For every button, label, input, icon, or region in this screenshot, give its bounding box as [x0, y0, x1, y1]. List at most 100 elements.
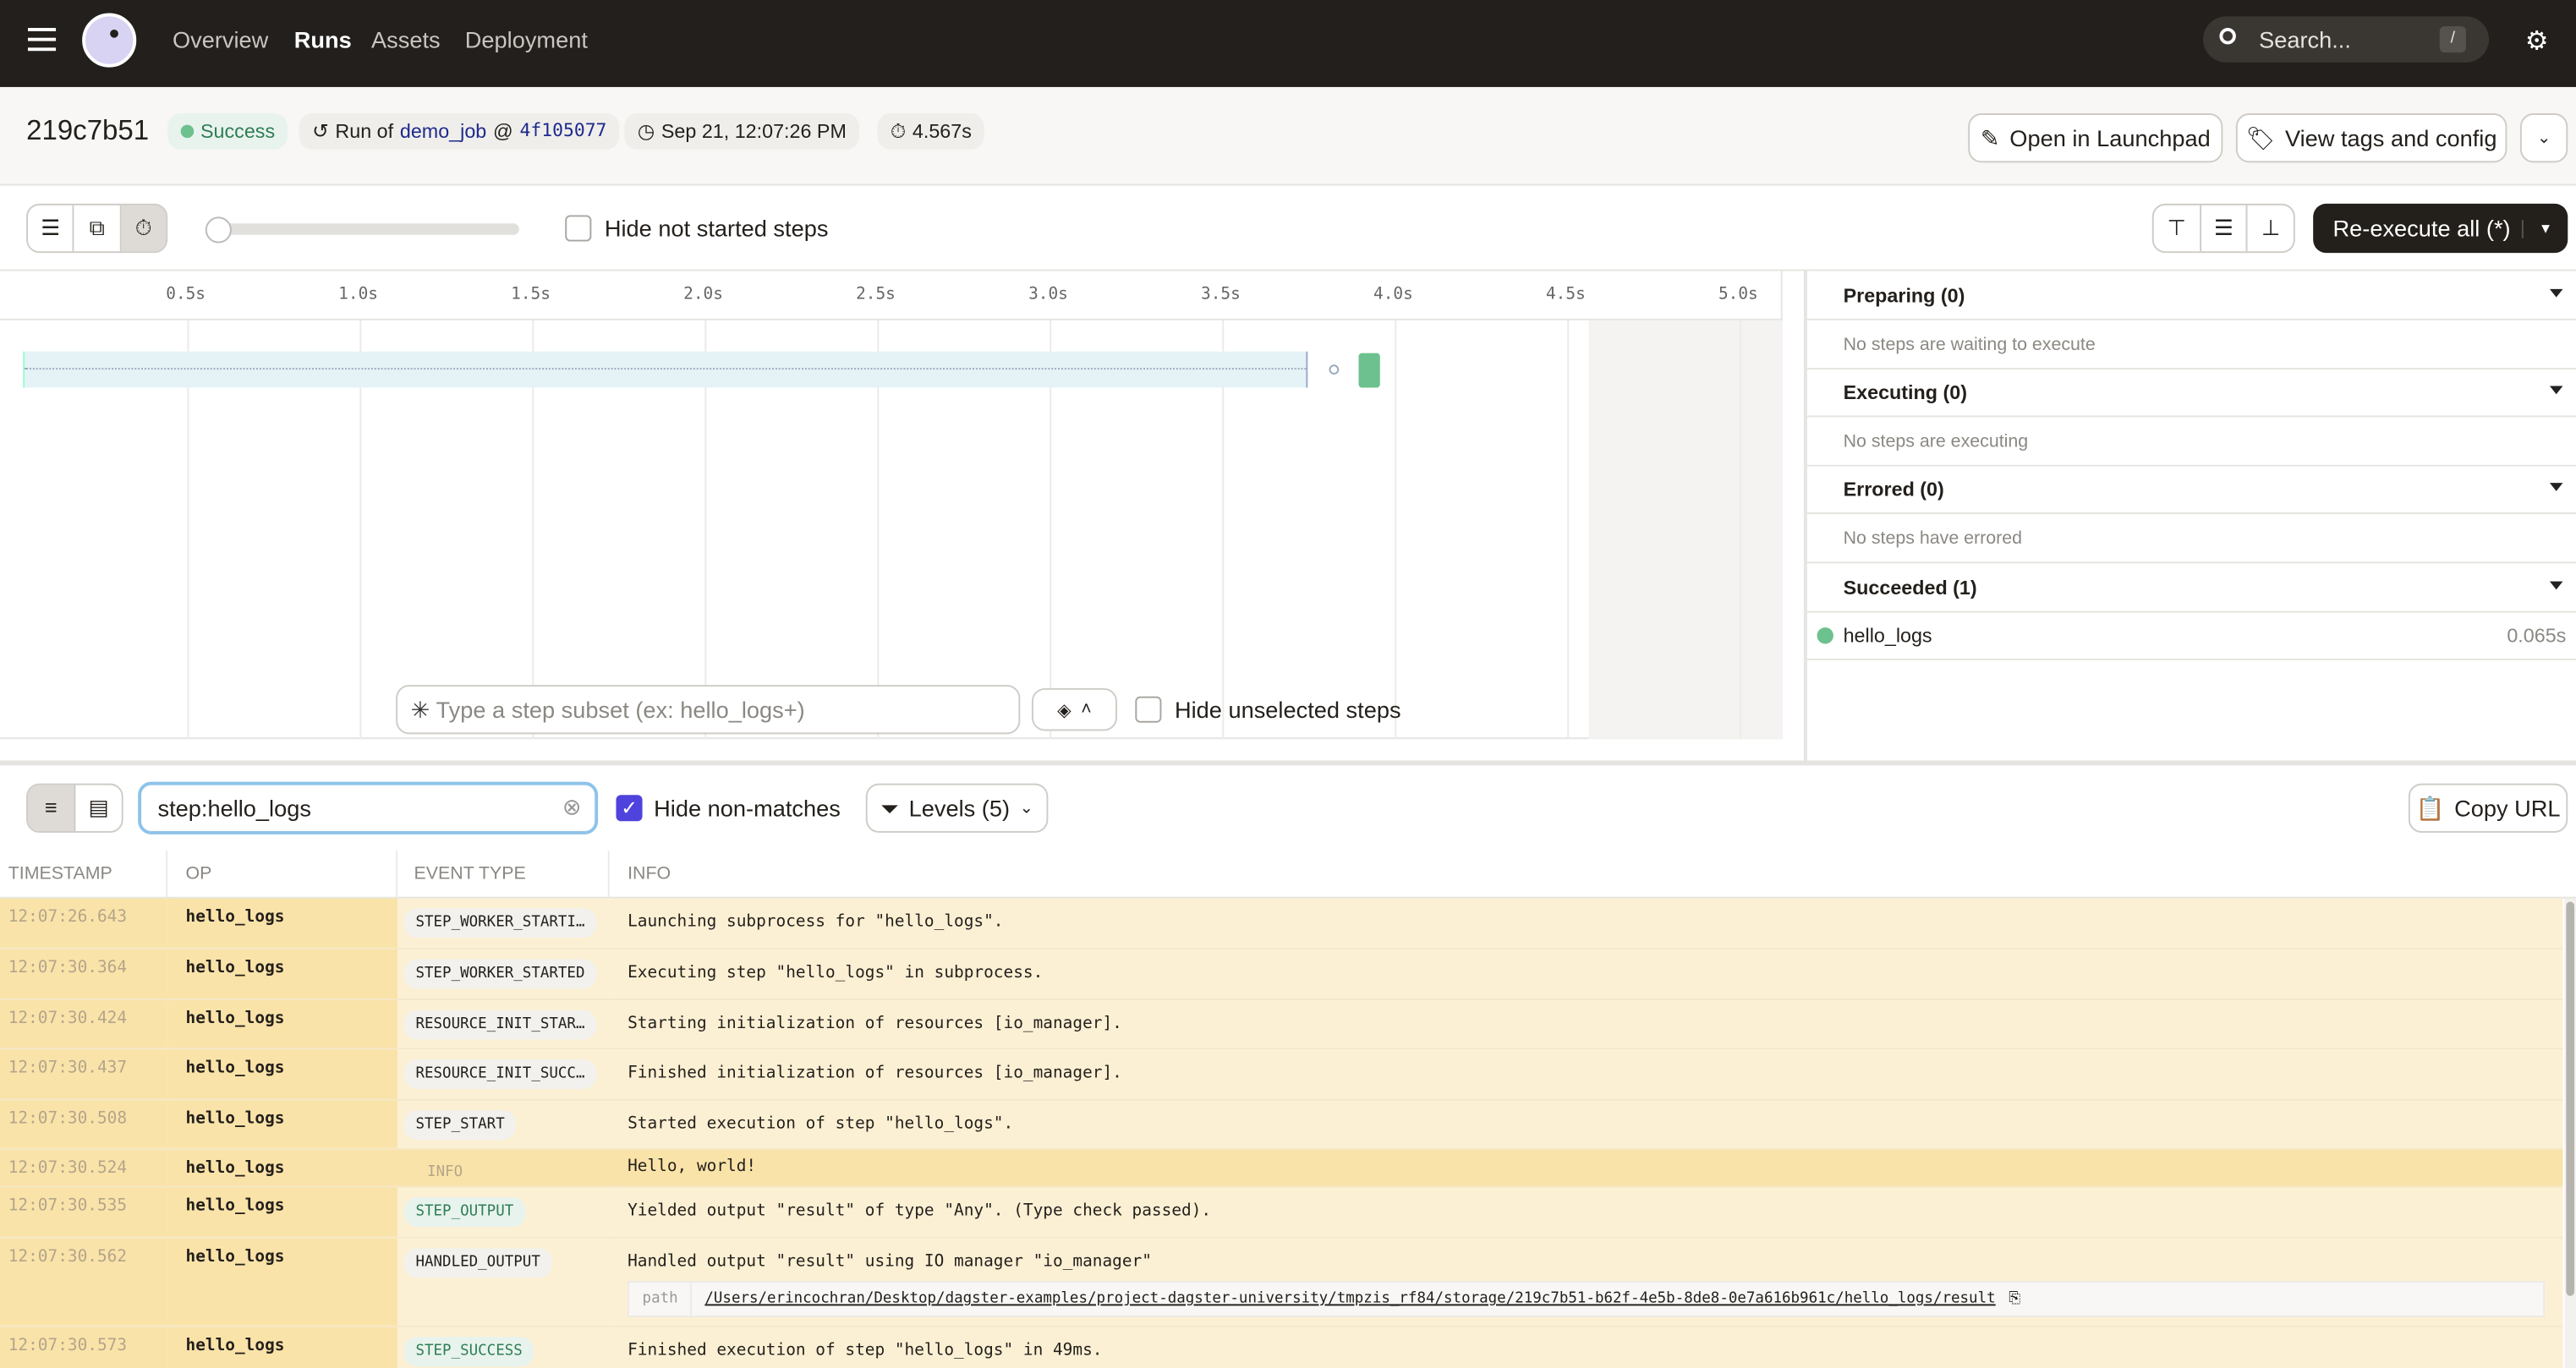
search-placeholder: Search... [2259, 26, 2351, 53]
copy-url-button[interactable]: 📋 Copy URL [2408, 783, 2568, 833]
log-row[interactable]: 12:07:30.535 hello_logs STEP_OUTPUT Yielded… [0, 1187, 2563, 1239]
more-actions-button[interactable]: ⌄ [2519, 113, 2568, 163]
log-timestamp: 12:07:30.524 [0, 1149, 168, 1186]
log-timestamp: 12:07:26.643 [0, 898, 168, 948]
section-preparing[interactable]: Preparing (0) [1806, 271, 2576, 320]
gantt-tick-label: 4.5s [1545, 286, 1586, 304]
open-launchpad-label: Open in Launchpad [2009, 124, 2211, 151]
search-input[interactable]: Search... / [2203, 16, 2490, 63]
gantt-gridline [1395, 320, 1397, 740]
job-link[interactable]: demo_job [400, 113, 486, 150]
layers-button[interactable]: ◈ ˄ [1031, 687, 1117, 731]
log-op: hello_logs [167, 1238, 398, 1326]
status-dot-icon [180, 124, 195, 139]
log-row[interactable]: 12:07:30.508 hello_logs STEP_START Started … [0, 1100, 2563, 1150]
gantt-step-hello-logs-waiting[interactable] [23, 351, 1308, 388]
log-scrollbar[interactable] [2564, 898, 2576, 1368]
stopwatch-icon: ⏱ [890, 119, 907, 144]
gantt-tick-label: 2.5s [856, 286, 896, 304]
gantt-tick-label: 1.0s [338, 286, 378, 304]
dagster-logo[interactable] [82, 13, 137, 68]
step-subset-input[interactable]: ✳ Type a step subset (ex: hello_logs+) [396, 685, 1021, 735]
collapse-top-icon[interactable]: ⊤ [2154, 205, 2201, 252]
nav-deployment[interactable]: Deployment [465, 26, 588, 52]
raw-view-icon[interactable]: ▤ [75, 785, 121, 831]
section-empty-text: No steps are executing [1806, 417, 2576, 467]
collapse-bottom-icon[interactable]: ⊥ [2248, 205, 2294, 251]
column-header-event-type: EVENT TYPE [397, 851, 610, 899]
hide-unselected-checkbox[interactable] [1135, 696, 1162, 723]
section-succeeded[interactable]: Succeeded (1) [1806, 563, 2576, 613]
event-type-badge: HANDLED_OUTPUT [403, 1248, 552, 1278]
split-icon[interactable]: ☰ [2201, 205, 2249, 252]
log-row[interactable]: 12:07:30.437 hello_logs RESOURCE_INIT_SUCC… [0, 1049, 2563, 1101]
zoom-slider[interactable] [213, 223, 519, 235]
waterfall-view-icon[interactable]: ⧉ [74, 205, 122, 252]
copy-icon[interactable]: ⎘ [2009, 1291, 2020, 1307]
log-filter-input[interactable]: step:hello_logs ⊗ [138, 781, 599, 834]
log-message: Started execution of step "hello_logs". [628, 1115, 1014, 1134]
snapshot-link[interactable]: 4f105077 [519, 113, 606, 150]
run-of-pill: ↺ Run of demo_job @4f105077 [299, 113, 620, 150]
log-message: Hello, world! [628, 1157, 757, 1176]
reexecute-label: Re-execute all (*) [2332, 215, 2511, 242]
top-nav: Overview Runs Assets Deployment Search..… [0, 0, 2576, 87]
section-title: Preparing (0) [1843, 283, 1965, 307]
hide-non-matches-checkbox[interactable]: ✓ [616, 795, 643, 822]
view-tags-button[interactable]: 🏷 View tags and config [2235, 113, 2507, 163]
log-row[interactable]: 12:07:30.364 hello_logs STEP_WORKER_STARTE… [0, 949, 2563, 1001]
step-duration: 0.065s [2507, 624, 2567, 648]
clear-icon[interactable]: ⊗ [562, 793, 582, 821]
log-row[interactable]: 12:07:30.424 hello_logs RESOURCE_INIT_STAR… [0, 1000, 2563, 1050]
run-header: 219c7b51 Success ↺ Run of demo_job @4f10507… [0, 86, 2576, 186]
chevron-up-icon: ˄ [1081, 699, 1092, 720]
chevron-down-icon[interactable]: ▾ [2521, 219, 2568, 238]
column-header-info: INFO [609, 851, 2576, 899]
log-row[interactable]: 12:07:26.643 hello_logs STEP_WORKER_STARTI… [0, 898, 2563, 949]
step-subset-placeholder: Type a step subset (ex: hello_logs+) [436, 696, 805, 723]
nav-runs[interactable]: Runs [294, 26, 352, 52]
gantt-step-hello-logs[interactable] [1358, 353, 1380, 388]
log-row[interactable]: 12:07:30.573 hello_logs STEP_SUCCESS Finish… [0, 1327, 2563, 1368]
log-op: hello_logs [167, 898, 398, 948]
nav-assets[interactable]: Assets [371, 26, 441, 52]
succeeded-step-hello-logs[interactable]: hello_logs 0.065s [1806, 611, 2576, 660]
timer-view-icon[interactable]: ⏱ [121, 205, 167, 252]
nav-overview[interactable]: Overview [173, 26, 268, 52]
log-message: Starting initialization of resources [io… [628, 1015, 1122, 1033]
hide-not-started-checkbox[interactable] [565, 215, 592, 242]
metadata-path-link[interactable]: /Users/erincochran/Desktop/dagster-examp… [692, 1291, 1996, 1307]
reexecute-button[interactable]: Re-execute all (*) ▾ [2313, 203, 2568, 254]
menu-icon[interactable] [28, 28, 57, 52]
asterisk-icon: ✳ [410, 696, 430, 723]
section-executing[interactable]: Executing (0) [1806, 368, 2576, 418]
list-view-icon[interactable]: ≡ [28, 785, 76, 831]
tag-icon: 🏷 [2245, 123, 2276, 150]
gantt-tick-label: 4.0s [1373, 286, 1413, 304]
column-header-op: OP [167, 851, 398, 899]
log-timestamp: 12:07:30.535 [0, 1187, 168, 1237]
chevron-down-icon: ⌄ [2536, 129, 2551, 147]
section-empty-text: No steps are waiting to execute [1806, 320, 2576, 370]
flat-view-icon[interactable]: ☰ [28, 205, 75, 252]
success-dot-icon [1817, 627, 1833, 644]
open-launchpad-button[interactable]: ✎ Open in Launchpad [1968, 113, 2223, 163]
clock-icon: ◷ [637, 119, 655, 144]
start-time: Sep 21, 12:07:26 PM [660, 119, 847, 144]
zoom-slider-handle[interactable] [205, 216, 232, 244]
gantt-gridline [1567, 320, 1570, 740]
run-of-label: Run of [335, 119, 394, 144]
section-title: Succeeded (1) [1843, 575, 1977, 599]
run-id: 219c7b51 [26, 114, 150, 146]
filter-icon: ⏷ [880, 794, 899, 821]
hide-non-matches-label: Hide non-matches [654, 795, 841, 822]
status-badge: Success [167, 113, 288, 150]
pencil-icon: ✎ [1980, 123, 2000, 150]
gantt-tick-label: 2.0s [683, 286, 723, 304]
levels-dropdown[interactable]: ⏷ Levels (5) ⌄ [865, 783, 1049, 833]
log-row[interactable]: 12:07:30.562 hello_logs HANDLED_OUTPUT Hand… [0, 1238, 2563, 1327]
copy-url-label: Copy URL [2454, 795, 2561, 822]
gear-icon[interactable]: ⚙ [2525, 25, 2549, 57]
section-errored[interactable]: Errored (0) [1806, 465, 2576, 515]
log-row[interactable]: 12:07:30.524 hello_logs INFO Hello, world! [0, 1149, 2563, 1188]
